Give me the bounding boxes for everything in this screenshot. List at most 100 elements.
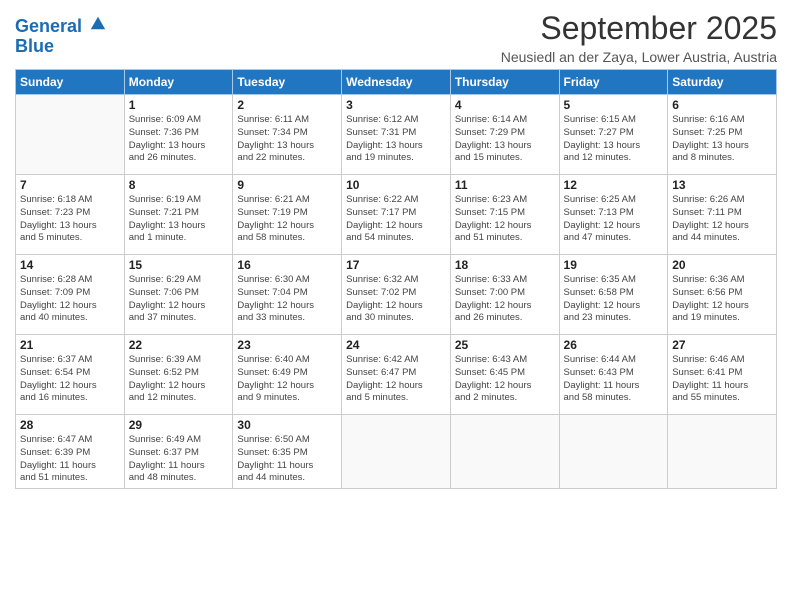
day-number: 20 (672, 258, 772, 272)
day-info: Sunrise: 6:09 AMSunset: 7:36 PMDaylight:… (129, 114, 229, 165)
calendar-cell: 13 Sunrise: 6:26 AMSunset: 7:11 PMDayligh… (668, 175, 777, 255)
calendar-cell: 16Sunrise: 6:30 AMSunset: 7:04 PMDayligh… (233, 255, 342, 335)
day-info: Sunrise: 6:47 AMSunset: 6:39 PMDaylight:… (20, 434, 120, 485)
day-info: Sunrise: 6:21 AMSunset: 7:19 PMDaylight:… (237, 194, 337, 245)
calendar-cell: 28Sunrise: 6:47 AMSunset: 6:39 PMDayligh… (16, 415, 125, 489)
calendar-cell: 15 Sunrise: 6:29 AMSunset: 7:06 PMDayligh… (124, 255, 233, 335)
day-info: Sunrise: 6:36 AMSunset: 6:56 PMDaylight:… (672, 274, 772, 325)
calendar-cell: 11 Sunrise: 6:23 AMSunset: 7:15 PMDayligh… (450, 175, 559, 255)
calendar-cell: 27 Sunrise: 6:46 AMSunset: 6:41 PMDayligh… (668, 335, 777, 415)
day-number: 25 (455, 338, 555, 352)
day-info: Sunrise: 6:29 AMSunset: 7:06 PMDaylight:… (129, 274, 229, 325)
day-number: 3 (346, 98, 446, 112)
calendar-cell (559, 415, 668, 489)
calendar-header-row: SundayMondayTuesdayWednesdayThursdayFrid… (16, 70, 777, 95)
logo-line1: General (15, 14, 107, 37)
calendar-week-4: 21 Sunrise: 6:37 AMSunset: 6:54 PMDayligh… (16, 335, 777, 415)
day-info: Sunrise: 6:33 AMSunset: 7:00 PMDaylight:… (455, 274, 555, 325)
day-info: Sunrise: 6:44 AMSunset: 6:43 PMDaylight:… (564, 354, 664, 405)
page: General Blue September 2025 Neusiedl an … (0, 0, 792, 612)
day-number: 27 (672, 338, 772, 352)
calendar-cell: 10 Sunrise: 6:22 AMSunset: 7:17 PMDayligh… (342, 175, 451, 255)
day-info: Sunrise: 6:26 AMSunset: 7:11 PMDaylight:… (672, 194, 772, 245)
title-block: September 2025 Neusiedl an der Zaya, Low… (501, 10, 777, 65)
day-info: Sunrise: 6:43 AMSunset: 6:45 PMDaylight:… (455, 354, 555, 405)
day-info: Sunrise: 6:40 AMSunset: 6:49 PMDaylight:… (237, 354, 337, 405)
day-info: Sunrise: 6:50 AMSunset: 6:35 PMDaylight:… (237, 434, 337, 485)
calendar-cell: 18 Sunrise: 6:33 AMSunset: 7:00 PMDayligh… (450, 255, 559, 335)
calendar-cell: 29 Sunrise: 6:49 AMSunset: 6:37 PMDayligh… (124, 415, 233, 489)
calendar-cell (668, 415, 777, 489)
calendar-cell: 17 Sunrise: 6:32 AMSunset: 7:02 PMDayligh… (342, 255, 451, 335)
day-number: 12 (564, 178, 664, 192)
day-info: Sunrise: 6:49 AMSunset: 6:37 PMDaylight:… (129, 434, 229, 485)
calendar-cell (342, 415, 451, 489)
day-number: 17 (346, 258, 446, 272)
day-number: 13 (672, 178, 772, 192)
day-info: Sunrise: 6:16 AMSunset: 7:25 PMDaylight:… (672, 114, 772, 165)
calendar-cell: 6 Sunrise: 6:16 AMSunset: 7:25 PMDaylight… (668, 95, 777, 175)
calendar-cell: 23 Sunrise: 6:40 AMSunset: 6:49 PMDayligh… (233, 335, 342, 415)
header-monday: Monday (124, 70, 233, 95)
calendar-cell: 25 Sunrise: 6:43 AMSunset: 6:45 PMDayligh… (450, 335, 559, 415)
day-info: Sunrise: 6:14 AMSunset: 7:29 PMDaylight:… (455, 114, 555, 165)
day-info: Sunrise: 6:15 AMSunset: 7:27 PMDaylight:… (564, 114, 664, 165)
day-number: 19 (564, 258, 664, 272)
calendar-cell (16, 95, 125, 175)
calendar-cell: 19 Sunrise: 6:35 AMSunset: 6:58 PMDayligh… (559, 255, 668, 335)
day-info: Sunrise: 6:37 AMSunset: 6:54 PMDaylight:… (20, 354, 120, 405)
calendar-cell (450, 415, 559, 489)
calendar-cell: 5 Sunrise: 6:15 AMSunset: 7:27 PMDaylight… (559, 95, 668, 175)
calendar-cell: 26Sunrise: 6:44 AMSunset: 6:43 PMDayligh… (559, 335, 668, 415)
calendar-cell: 8Sunrise: 6:19 AMSunset: 7:21 PMDaylight… (124, 175, 233, 255)
day-number: 11 (455, 178, 555, 192)
day-info: Sunrise: 6:25 AMSunset: 7:13 PMDaylight:… (564, 194, 664, 245)
calendar-cell: 1 Sunrise: 6:09 AMSunset: 7:36 PMDaylight… (124, 95, 233, 175)
day-number: 30 (237, 418, 337, 432)
day-number: 22 (129, 338, 229, 352)
logo-general: General (15, 16, 82, 36)
day-number: 2 (237, 98, 337, 112)
day-number: 4 (455, 98, 555, 112)
day-info: Sunrise: 6:35 AMSunset: 6:58 PMDaylight:… (564, 274, 664, 325)
day-info: Sunrise: 6:28 AMSunset: 7:09 PMDaylight:… (20, 274, 120, 325)
day-number: 7 (20, 178, 120, 192)
calendar-week-3: 14 Sunrise: 6:28 AMSunset: 7:09 PMDayligh… (16, 255, 777, 335)
calendar-table: SundayMondayTuesdayWednesdayThursdayFrid… (15, 69, 777, 489)
calendar-cell: 2Sunrise: 6:11 AMSunset: 7:34 PMDaylight… (233, 95, 342, 175)
calendar-cell: 30 Sunrise: 6:50 AMSunset: 6:35 PMDayligh… (233, 415, 342, 489)
day-info: Sunrise: 6:32 AMSunset: 7:02 PMDaylight:… (346, 274, 446, 325)
calendar-cell: 12 Sunrise: 6:25 AMSunset: 7:13 PMDayligh… (559, 175, 668, 255)
calendar-week-5: 28Sunrise: 6:47 AMSunset: 6:39 PMDayligh… (16, 415, 777, 489)
day-info: Sunrise: 6:46 AMSunset: 6:41 PMDaylight:… (672, 354, 772, 405)
day-number: 23 (237, 338, 337, 352)
calendar-cell: 22 Sunrise: 6:39 AMSunset: 6:52 PMDayligh… (124, 335, 233, 415)
day-number: 29 (129, 418, 229, 432)
calendar-cell: 7Sunrise: 6:18 AMSunset: 7:23 PMDaylight… (16, 175, 125, 255)
calendar-cell: 3Sunrise: 6:12 AMSunset: 7:31 PMDaylight… (342, 95, 451, 175)
day-info: Sunrise: 6:23 AMSunset: 7:15 PMDaylight:… (455, 194, 555, 245)
header-saturday: Saturday (668, 70, 777, 95)
day-info: Sunrise: 6:39 AMSunset: 6:52 PMDaylight:… (129, 354, 229, 405)
logo-icon (89, 14, 107, 32)
day-info: Sunrise: 6:19 AMSunset: 7:21 PMDaylight:… (129, 194, 229, 245)
header: General Blue September 2025 Neusiedl an … (15, 10, 777, 65)
day-number: 18 (455, 258, 555, 272)
day-number: 10 (346, 178, 446, 192)
logo-line2: Blue (15, 37, 107, 57)
day-number: 1 (129, 98, 229, 112)
day-number: 9 (237, 178, 337, 192)
calendar-cell: 4 Sunrise: 6:14 AMSunset: 7:29 PMDaylight… (450, 95, 559, 175)
day-number: 5 (564, 98, 664, 112)
day-number: 14 (20, 258, 120, 272)
day-number: 6 (672, 98, 772, 112)
header-tuesday: Tuesday (233, 70, 342, 95)
day-info: Sunrise: 6:22 AMSunset: 7:17 PMDaylight:… (346, 194, 446, 245)
day-info: Sunrise: 6:30 AMSunset: 7:04 PMDaylight:… (237, 274, 337, 325)
calendar-week-2: 7Sunrise: 6:18 AMSunset: 7:23 PMDaylight… (16, 175, 777, 255)
calendar-week-1: 1 Sunrise: 6:09 AMSunset: 7:36 PMDaylight… (16, 95, 777, 175)
header-wednesday: Wednesday (342, 70, 451, 95)
day-number: 15 (129, 258, 229, 272)
day-number: 21 (20, 338, 120, 352)
calendar-subtitle: Neusiedl an der Zaya, Lower Austria, Aus… (501, 49, 777, 65)
